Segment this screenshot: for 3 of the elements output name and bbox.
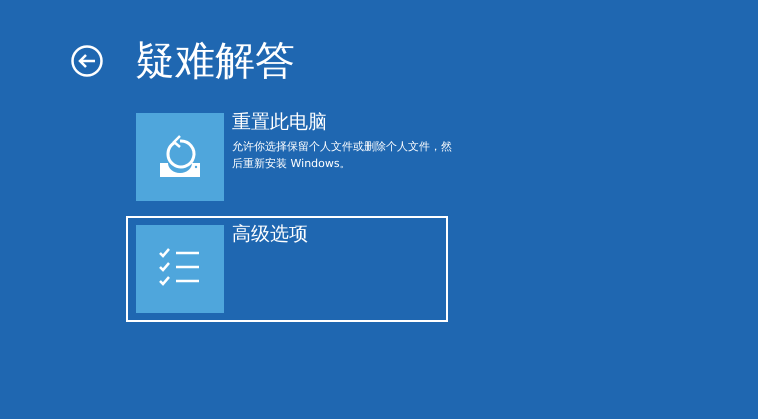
option-button[interactable]: 高级选项 — [126, 216, 448, 322]
back-button[interactable] — [71, 45, 103, 77]
page-title: 疑难解答 — [135, 37, 295, 86]
